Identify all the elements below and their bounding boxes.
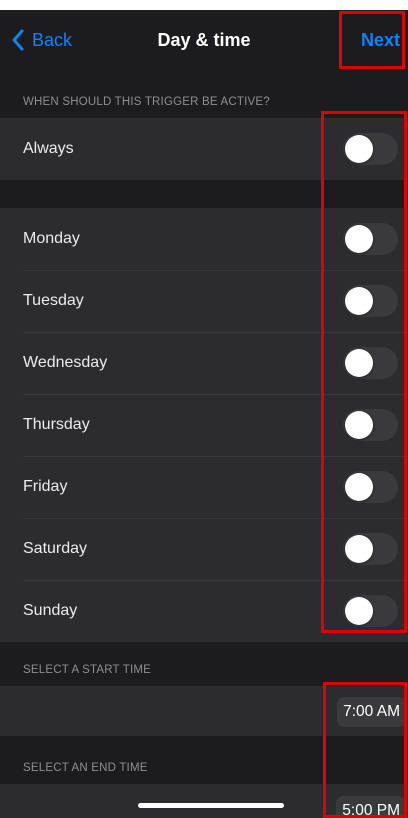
screen: Back Day & time Next WHEN SHOULD THIS TR…: [0, 0, 408, 818]
day-row-saturday[interactable]: Saturday: [0, 518, 408, 580]
top-edge: [0, 0, 408, 10]
section-header-start-time: SELECT A START TIME: [0, 642, 408, 686]
home-indicator: [138, 803, 284, 808]
toggle-knob: [345, 597, 373, 625]
saturday-toggle[interactable]: [343, 533, 398, 565]
page-title: Day & time: [157, 30, 251, 50]
toggle-knob: [345, 287, 373, 315]
start-time-row: 7:00 AM: [0, 686, 408, 736]
day-row-tuesday[interactable]: Tuesday: [0, 270, 408, 332]
end-time-row: 5:00 PM: [0, 784, 408, 818]
day-row-monday[interactable]: Monday: [0, 208, 408, 270]
start-time-picker[interactable]: 7:00 AM: [337, 697, 406, 727]
content-area: WHEN SHOULD THIS TRIGGER BE ACTIVE? Alwa…: [0, 78, 408, 818]
day-row-friday[interactable]: Friday: [0, 456, 408, 518]
day-label: Friday: [23, 478, 68, 495]
monday-toggle[interactable]: [343, 223, 398, 255]
toggle-knob: [345, 225, 373, 253]
toggle-knob: [345, 135, 373, 163]
days-group: Monday Tuesday Wednesday Thursday Friday…: [0, 208, 408, 642]
always-label: Always: [23, 140, 74, 157]
day-label: Tuesday: [23, 292, 84, 309]
sunday-toggle[interactable]: [343, 595, 398, 627]
wednesday-toggle[interactable]: [343, 347, 398, 379]
section-header-end-time: SELECT AN END TIME: [0, 736, 408, 784]
next-button[interactable]: Next: [361, 27, 400, 53]
always-toggle[interactable]: [343, 133, 398, 165]
toggle-knob: [345, 473, 373, 501]
always-group: Always: [0, 118, 408, 180]
day-row-thursday[interactable]: Thursday: [0, 394, 408, 456]
day-label: Thursday: [23, 416, 90, 433]
tuesday-toggle[interactable]: [343, 285, 398, 317]
section-header-end-time-text: SELECT AN END TIME: [23, 762, 148, 774]
thursday-toggle[interactable]: [343, 409, 398, 441]
day-row-sunday[interactable]: Sunday: [0, 580, 408, 642]
navigation-bar: Back Day & time Next: [0, 10, 408, 78]
friday-toggle[interactable]: [343, 471, 398, 503]
group-spacer: [0, 180, 408, 208]
day-row-wednesday[interactable]: Wednesday: [0, 332, 408, 394]
day-label: Wednesday: [23, 354, 108, 371]
day-label: Sunday: [23, 602, 78, 619]
day-label: Saturday: [23, 540, 88, 557]
toggle-knob: [345, 535, 373, 563]
day-label: Monday: [23, 230, 80, 247]
toggle-knob: [345, 411, 373, 439]
section-header-start-time-text: SELECT A START TIME: [23, 664, 152, 676]
toggle-knob: [345, 349, 373, 377]
section-header-trigger: WHEN SHOULD THIS TRIGGER BE ACTIVE?: [0, 78, 408, 118]
always-row[interactable]: Always: [0, 118, 408, 180]
section-header-trigger-text: WHEN SHOULD THIS TRIGGER BE ACTIVE?: [23, 96, 270, 108]
end-time-picker[interactable]: 5:00 PM: [336, 796, 406, 818]
